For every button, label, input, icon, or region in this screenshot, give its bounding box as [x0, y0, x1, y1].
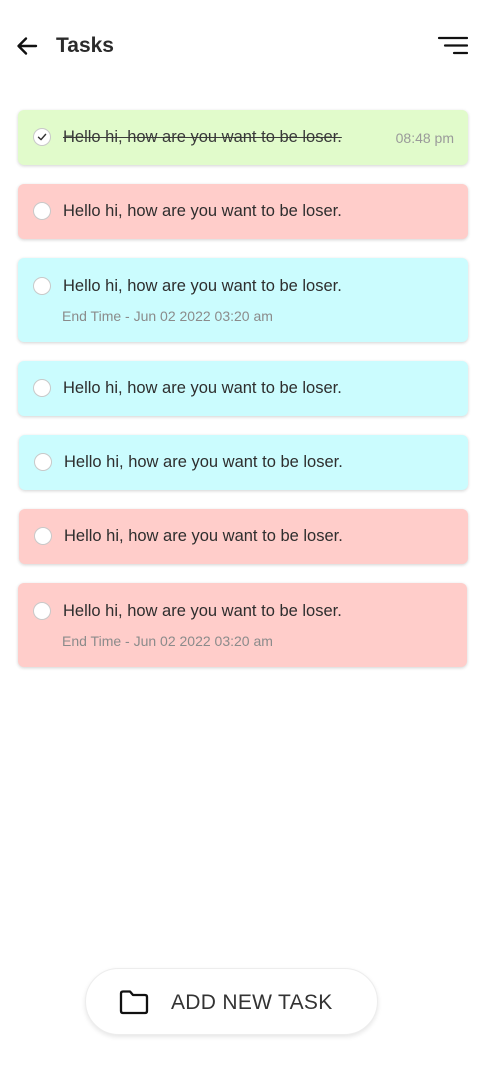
task-text: Hello hi, how are you want to be loser.: [63, 602, 342, 620]
back-button[interactable]: [14, 33, 40, 59]
task-item[interactable]: Hello hi, how are you want to be loser.: [18, 361, 468, 416]
arrow-left-icon: [17, 37, 38, 55]
task-text: Hello hi, how are you want to be loser.: [63, 379, 342, 397]
task-checkbox[interactable]: [33, 379, 51, 397]
add-new-task-label: ADD NEW TASK: [171, 991, 333, 1014]
task-checkbox[interactable]: [33, 277, 51, 295]
task-item[interactable]: Hello hi, how are you want to be loser.: [19, 435, 468, 490]
task-checkbox[interactable]: [34, 453, 52, 471]
task-checkbox[interactable]: [33, 128, 51, 146]
task-time: 08:48 pm: [395, 130, 454, 146]
folder-icon: [119, 990, 149, 1015]
task-text: Hello hi, how are you want to be loser.: [64, 527, 343, 545]
page-title: Tasks: [56, 34, 114, 57]
task-item[interactable]: Hello hi, how are you want to be loser.: [19, 509, 468, 564]
add-new-task-button[interactable]: ADD NEW TASK: [85, 968, 378, 1035]
task-checkbox[interactable]: [33, 202, 51, 220]
checkmark-icon: [37, 133, 47, 141]
task-checkbox[interactable]: [34, 527, 52, 545]
task-text: Hello hi, how are you want to be loser.: [63, 202, 342, 220]
task-end-time: End Time - Jun 02 2022 03:20 am: [62, 633, 273, 649]
task-item[interactable]: Hello hi, how are you want to be loser.: [18, 184, 468, 239]
task-checkbox[interactable]: [33, 602, 51, 620]
task-item[interactable]: Hello hi, how are you want to be loser. …: [18, 258, 468, 342]
task-text: Hello hi, how are you want to be loser.: [64, 453, 343, 471]
task-item[interactable]: Hello hi, how are you want to be loser. …: [18, 583, 467, 667]
sort-menu-icon: [437, 36, 469, 55]
task-text: Hello hi, how are you want to be loser.: [63, 128, 342, 146]
task-text: Hello hi, how are you want to be loser.: [63, 277, 342, 295]
task-item[interactable]: Hello hi, how are you want to be loser. …: [18, 110, 468, 165]
task-end-time: End Time - Jun 02 2022 03:20 am: [62, 308, 273, 324]
app-header: Tasks: [0, 0, 486, 92]
sort-menu-button[interactable]: [436, 34, 469, 58]
